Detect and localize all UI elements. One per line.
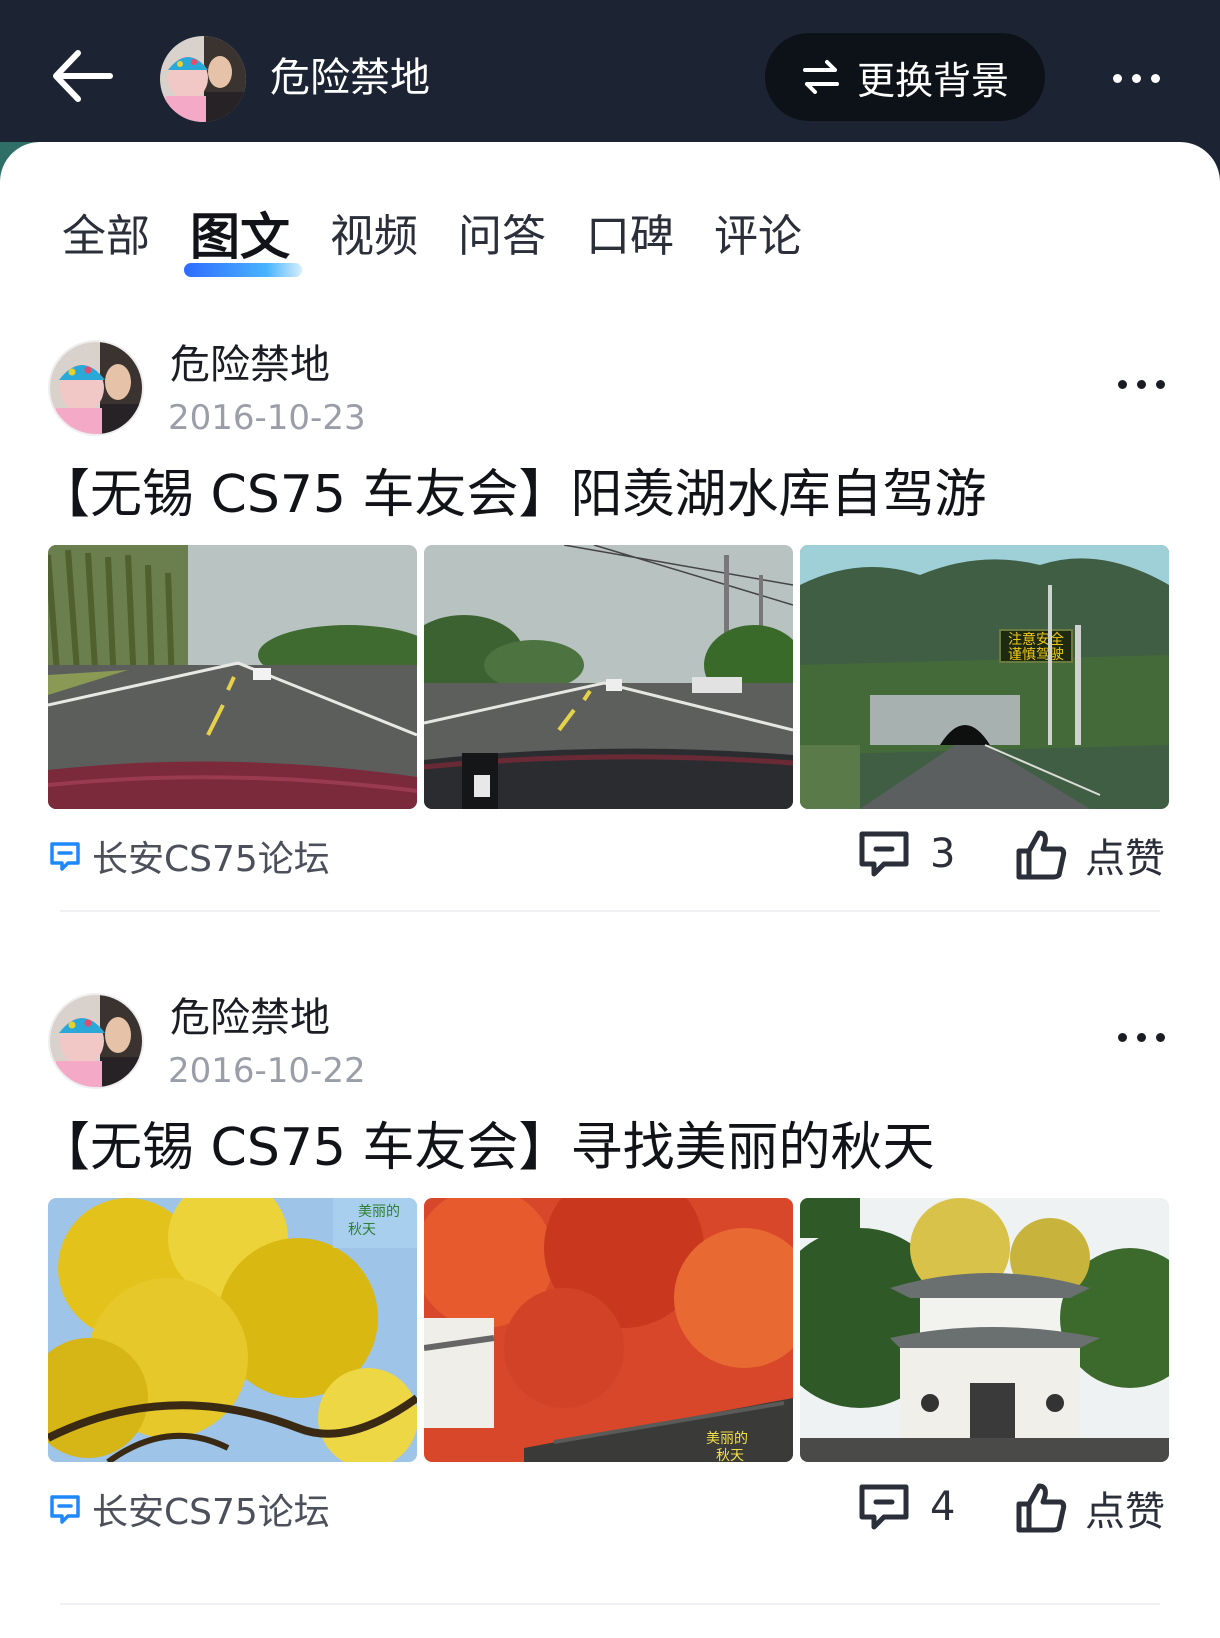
swap-arrows-icon xyxy=(802,60,839,94)
forum-link[interactable]: 长安CS75论坛 xyxy=(48,830,330,882)
profile-name: 危险禁地 xyxy=(270,55,430,101)
post-photo-grid: 注意安全 谨慎驾驶 xyxy=(48,545,1169,809)
sign-text-2: 谨慎驾驶 xyxy=(1008,647,1064,663)
tab-qa[interactable]: 问答 xyxy=(458,205,546,269)
thumbs-up-icon xyxy=(1016,1483,1067,1533)
top-bar: 危险禁地 更换背景 xyxy=(0,0,1220,145)
post-divider xyxy=(60,1603,1160,1605)
tab-image-text-label: 图文 xyxy=(190,208,290,266)
comment-icon xyxy=(859,1484,909,1530)
comment-count: 4 xyxy=(930,1484,956,1530)
post-card[interactable]: 危险禁地 2016-10-22 【无锡 CS75 车友会】寻找美丽的秋天 美丽的… xyxy=(0,993,1220,1638)
category-tabs: 全部 图文 视频 问答 口碑 评论 xyxy=(62,205,802,277)
post-more-button[interactable] xyxy=(1118,380,1165,389)
forum-name: 长安CS75论坛 xyxy=(92,839,330,880)
forum-chat-icon xyxy=(50,1495,80,1524)
tab-reviews[interactable]: 评论 xyxy=(714,205,802,269)
tab-all[interactable]: 全部 xyxy=(62,205,150,269)
maple-photo[interactable]: 美丽的 秋天 xyxy=(424,1198,793,1462)
comment-button[interactable]: 4 xyxy=(858,1483,955,1531)
forum-name: 长安CS75论坛 xyxy=(92,1492,330,1533)
post-divider xyxy=(60,910,1160,912)
road-photo[interactable] xyxy=(424,545,793,809)
active-tab-indicator xyxy=(184,263,302,277)
overlay-text-2: 秋天 xyxy=(716,1448,744,1462)
post-date: 2016-10-22 xyxy=(168,1051,366,1091)
post-author-avatar[interactable] xyxy=(48,340,144,436)
overlay-text-1: 美丽的 xyxy=(706,1431,748,1447)
user-avatar[interactable] xyxy=(160,36,246,122)
like-button[interactable]: 点赞 xyxy=(1015,826,1165,884)
comment-button[interactable]: 3 xyxy=(858,830,955,878)
like-label: 点赞 xyxy=(1085,836,1165,882)
sign-text-1: 注意安全 xyxy=(1008,631,1064,648)
post-author-name[interactable]: 危险禁地 xyxy=(170,340,330,390)
thumbs-up-icon xyxy=(1016,830,1067,880)
post-more-button[interactable] xyxy=(1118,1033,1165,1042)
like-label: 点赞 xyxy=(1085,1489,1165,1535)
tunnel-photo[interactable]: 注意安全 谨慎驾驶 xyxy=(800,545,1169,809)
comment-icon xyxy=(859,831,909,877)
post-title[interactable]: 【无锡 CS75 车友会】寻找美丽的秋天 xyxy=(38,1113,935,1183)
post-date: 2016-10-23 xyxy=(168,398,366,438)
forum-chat-icon xyxy=(50,842,80,871)
overlay-text-1: 美丽的 xyxy=(358,1204,400,1220)
pavilion-photo[interactable] xyxy=(800,1198,1169,1462)
more-dots-icon xyxy=(1112,73,1160,83)
post-author-avatar[interactable] xyxy=(48,993,144,1089)
road-photo[interactable] xyxy=(48,545,417,809)
forum-link[interactable]: 长安CS75论坛 xyxy=(48,1483,330,1535)
tab-reputation[interactable]: 口碑 xyxy=(586,205,674,269)
back-button[interactable] xyxy=(44,38,120,114)
overlay-text-2: 秋天 xyxy=(348,1222,376,1238)
like-button[interactable]: 点赞 xyxy=(1015,1479,1165,1537)
more-dots-icon xyxy=(1118,380,1165,389)
more-dots-icon xyxy=(1118,1033,1165,1042)
header-more-button[interactable] xyxy=(1096,58,1176,98)
post-card[interactable]: 危险禁地 2016-10-23 【无锡 CS75 车友会】阳羡湖水库自驾游 注意… xyxy=(0,340,1220,990)
change-background-button[interactable]: 更换背景 xyxy=(765,33,1045,121)
ginkgo-photo[interactable]: 美丽的 秋天 xyxy=(48,1198,417,1462)
comment-count: 3 xyxy=(930,831,956,877)
post-title[interactable]: 【无锡 CS75 车友会】阳羡湖水库自驾游 xyxy=(38,460,987,530)
back-arrow-icon xyxy=(53,50,113,102)
change-background-label: 更换背景 xyxy=(856,58,1009,103)
tab-video[interactable]: 视频 xyxy=(330,205,418,269)
tab-image-text[interactable]: 图文 xyxy=(184,205,302,277)
post-author-name[interactable]: 危险禁地 xyxy=(170,993,330,1043)
post-photo-grid: 美丽的 秋天 美丽的 秋天 xyxy=(48,1198,1169,1462)
